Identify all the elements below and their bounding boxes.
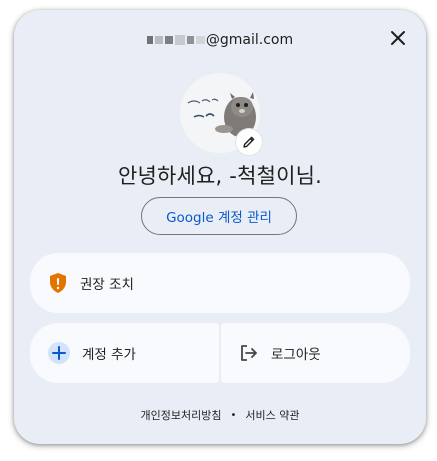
footer-separator: •: [230, 409, 237, 421]
privacy-policy-link[interactable]: 개인정보처리방침: [141, 407, 222, 423]
add-account-label: 계정 추가: [82, 347, 136, 363]
close-icon: [391, 31, 405, 45]
email-domain: @gmail.com: [205, 32, 294, 48]
close-button[interactable]: [384, 24, 412, 52]
logout-icon: [241, 345, 257, 361]
plus-icon: [48, 342, 70, 364]
recommended-action-label: 권장 조치: [80, 277, 134, 293]
footer-links: 개인정보처리방침 • 서비스 약관: [14, 407, 426, 423]
sign-out-button[interactable]: 로그아웃: [221, 323, 410, 383]
greeting-text: 안녕하세요, -척철이님.: [117, 164, 323, 188]
pencil-icon: [243, 136, 255, 148]
add-account-button[interactable]: 계정 추가: [30, 323, 219, 383]
account-email: @gmail.com: [14, 29, 426, 51]
shield-warning-icon: [50, 273, 66, 293]
recommended-action-button[interactable]: 권장 조치: [30, 253, 410, 313]
email-redaction: [146, 35, 205, 45]
avatar-container: [180, 73, 262, 155]
terms-of-service-link[interactable]: 서비스 약관: [245, 407, 299, 423]
account-panel: @gmail.com 안녕하세요, -척철이님. Google 계정 관리 권장…: [14, 10, 426, 444]
sign-out-label: 로그아웃: [271, 347, 321, 363]
edit-photo-button[interactable]: [236, 129, 262, 155]
manage-account-button[interactable]: Google 계정 관리: [141, 197, 297, 235]
account-actions-row: 계정 추가 로그아웃: [30, 323, 410, 383]
